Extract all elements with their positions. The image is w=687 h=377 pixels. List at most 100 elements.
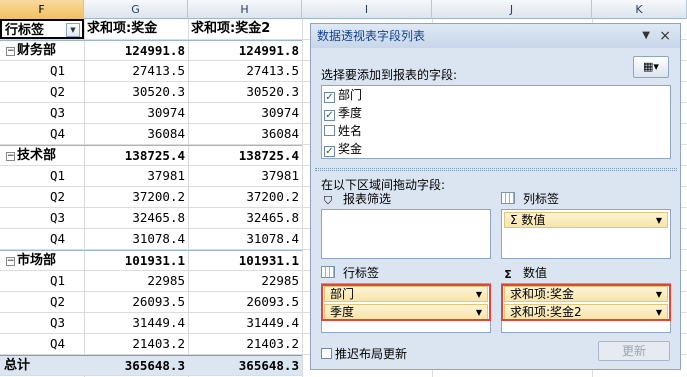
value-cell[interactable]: 22985 xyxy=(84,271,188,291)
column-header-f[interactable]: F xyxy=(0,0,84,19)
group-name: 市场部 xyxy=(17,253,57,268)
sum-bonus-header[interactable]: 求和项:奖金 xyxy=(84,19,188,39)
field-item-name[interactable]: 姓名 xyxy=(324,123,362,140)
checkbox-checked-icon[interactable]: ✓ xyxy=(324,146,335,157)
collapse-icon[interactable]: − xyxy=(6,47,15,56)
value-cell[interactable]: 27413.5 xyxy=(84,61,188,81)
field-name: 奖金 xyxy=(338,142,363,156)
value-cell[interactable]: 31449.4 xyxy=(84,313,188,333)
row-labels-header-cell[interactable]: 行标签 ▼ xyxy=(0,19,84,39)
group-total-2[interactable]: 124991.8 xyxy=(188,40,302,60)
quarter-label[interactable]: Q2 xyxy=(0,187,84,207)
quarter-label[interactable]: Q4 xyxy=(0,229,84,249)
field-checklist[interactable]: ✓ 部门 ✓ 季度 姓名 ✓ 奖金 xyxy=(321,85,671,159)
grand-total-2[interactable]: 365648.3 xyxy=(188,355,302,375)
value-cell[interactable]: 37981 xyxy=(84,166,188,186)
column-area-box[interactable]: Σ 数值 ▼ xyxy=(501,209,671,259)
value-cell[interactable]: 30520.3 xyxy=(188,82,302,102)
column-header-bar: F G H I J K xyxy=(0,0,687,19)
value-cell[interactable]: 36084 xyxy=(188,124,302,144)
value-cell[interactable]: 21403.2 xyxy=(84,334,188,354)
grand-total-1[interactable]: 365648.3 xyxy=(84,355,188,375)
close-icon[interactable]: × xyxy=(659,24,671,48)
chevron-down-icon[interactable]: ▼ xyxy=(656,213,662,228)
field-item-dept[interactable]: ✓ 部门 xyxy=(324,87,362,104)
value-cell[interactable]: 26093.5 xyxy=(188,292,302,312)
column-header-g[interactable]: G xyxy=(84,0,188,19)
group-label-cell[interactable]: − 财务部 xyxy=(0,40,84,60)
value-cell[interactable]: 37981 xyxy=(188,166,302,186)
value-cell[interactable]: 27413.5 xyxy=(188,61,302,81)
quarter-label[interactable]: Q2 xyxy=(0,82,84,102)
group-label-cell[interactable]: − 市场部 xyxy=(0,250,84,270)
quarter-label[interactable]: Q2 xyxy=(0,292,84,312)
group-label-cell[interactable]: − 技术部 xyxy=(0,145,84,165)
quarter-label[interactable]: Q1 xyxy=(0,271,84,291)
value-cell[interactable]: 31078.4 xyxy=(84,229,188,249)
row-labels-header: 行标签 xyxy=(5,23,45,38)
value-cell[interactable]: 37200.2 xyxy=(188,187,302,207)
quarter-label[interactable]: Q1 xyxy=(0,166,84,186)
checkbox-unchecked-icon[interactable] xyxy=(321,348,332,359)
column-header-h[interactable]: H xyxy=(188,0,302,19)
field-name: 姓名 xyxy=(338,124,363,138)
value-cell[interactable]: 30520.3 xyxy=(84,82,188,102)
update-button[interactable]: 更新 xyxy=(598,341,670,361)
row-labels-filter-button[interactable]: ▼ xyxy=(66,23,80,37)
value-cell[interactable]: 26093.5 xyxy=(84,292,188,312)
column-area-header: 列标签 xyxy=(501,190,559,208)
value-cell[interactable]: 36084 xyxy=(84,124,188,144)
layout-icon: ▦▾ xyxy=(643,60,659,73)
choose-fields-label: 选择要添加到报表的字段: xyxy=(321,68,458,82)
filter-area-box[interactable] xyxy=(321,209,491,259)
row-area-highlight xyxy=(321,284,491,321)
value-cell[interactable]: 30974 xyxy=(84,103,188,123)
field-item-quarter[interactable]: ✓ 季度 xyxy=(324,105,362,122)
pane-menu-icon[interactable]: ▼ xyxy=(642,24,650,48)
pane-title-bar[interactable]: 数据透视表字段列表 ▼ × xyxy=(311,24,680,48)
column-header-i[interactable]: I xyxy=(302,0,432,19)
value-cell[interactable]: 32465.8 xyxy=(188,208,302,228)
sum-bonus2-header[interactable]: 求和项:奖金2 xyxy=(188,19,302,39)
group-total-2[interactable]: 101931.1 xyxy=(188,250,302,270)
field-item-bonus[interactable]: ✓ 奖金 xyxy=(324,141,362,158)
checkbox-unchecked-icon[interactable] xyxy=(324,125,335,136)
column-header-j[interactable]: J xyxy=(432,0,592,19)
row-labels-icon xyxy=(321,266,335,278)
collapse-icon[interactable]: − xyxy=(6,257,15,266)
quarter-label[interactable]: Q3 xyxy=(0,313,84,333)
value-cell[interactable]: 22985 xyxy=(188,271,302,291)
pivot-field-list-pane[interactable]: 数据透视表字段列表 ▼ × 选择要添加到报表的字段: ▦▾ ✓ 部门 ✓ 季度 姓名… xyxy=(310,23,681,370)
field-name: 季度 xyxy=(338,106,363,120)
group-total-1[interactable]: 124991.8 xyxy=(84,40,188,60)
value-cell[interactable]: 31078.4 xyxy=(188,229,302,249)
group-total-1[interactable]: 138725.4 xyxy=(84,145,188,165)
checkbox-checked-icon[interactable]: ✓ xyxy=(324,110,335,121)
values-area-title: 数值 xyxy=(523,266,548,280)
column-header-k[interactable]: K xyxy=(592,0,687,19)
filter-area-title: 报表筛选 xyxy=(343,192,392,206)
value-cell[interactable]: 37200.2 xyxy=(84,187,188,207)
quarter-label[interactable]: Q1 xyxy=(0,61,84,81)
grand-total-label[interactable]: 总计 xyxy=(0,355,84,375)
group-total-2[interactable]: 138725.4 xyxy=(188,145,302,165)
defer-update-option[interactable]: 推迟布局更新 xyxy=(321,345,407,362)
pane-splitter[interactable] xyxy=(315,168,677,171)
values-area-header: Σ 数值 xyxy=(501,264,547,282)
sigma-icon: Σ xyxy=(504,268,512,281)
group-name: 财务部 xyxy=(17,43,57,58)
quarter-label[interactable]: Q3 xyxy=(0,103,84,123)
quarter-label[interactable]: Q4 xyxy=(0,334,84,354)
collapse-icon[interactable]: − xyxy=(6,152,15,161)
quarter-label[interactable]: Q4 xyxy=(0,124,84,144)
quarter-label[interactable]: Q3 xyxy=(0,208,84,228)
checkbox-checked-icon[interactable]: ✓ xyxy=(324,92,335,103)
value-cell[interactable]: 32465.8 xyxy=(84,208,188,228)
column-field-values[interactable]: Σ 数值 ▼ xyxy=(504,212,668,228)
group-total-1[interactable]: 101931.1 xyxy=(84,250,188,270)
value-cell[interactable]: 21403.2 xyxy=(188,334,302,354)
pane-title: 数据透视表字段列表 xyxy=(317,29,426,43)
value-cell[interactable]: 30974 xyxy=(188,103,302,123)
value-cell[interactable]: 31449.4 xyxy=(188,313,302,333)
layout-options-button[interactable]: ▦▾ xyxy=(633,56,669,78)
